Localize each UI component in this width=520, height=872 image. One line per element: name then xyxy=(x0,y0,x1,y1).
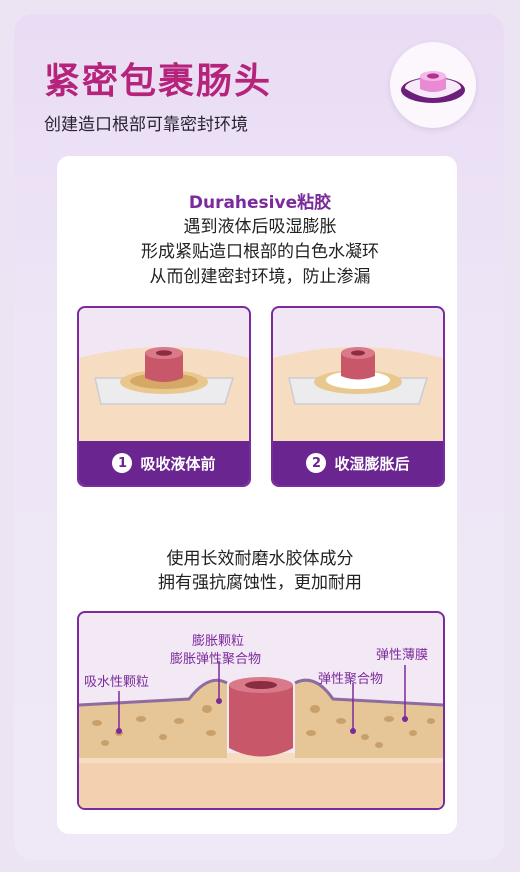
swelling-particles-label: 膨胀颗粒 xyxy=(192,634,245,649)
swelling-polymer-label: 膨胀弹性聚合物 xyxy=(170,652,262,667)
panel-1-label: 吸收液体前 xyxy=(140,454,216,473)
panel-2-caption: 2 收湿膨胀后 xyxy=(273,441,443,485)
panel-2-label: 收湿膨胀后 xyxy=(334,454,410,473)
panel-1-caption: 1 吸收液体前 xyxy=(79,441,249,485)
intro-line-3: 从而创建密封环境，防止渗漏 xyxy=(149,267,371,287)
feature-line-1: 使用长效耐磨水胶体成分 xyxy=(166,549,354,569)
feature-line-2: 拥有强抗腐蚀性，更加耐用 xyxy=(158,573,362,593)
brand-name: Durahesive粘胶 xyxy=(188,193,332,213)
page-subtitle: 创建造口根部可靠密封环境 xyxy=(44,115,248,135)
intro-line-1: 遇到液体后吸湿膨胀 xyxy=(183,217,337,237)
before-absorption-panel: 1 吸收液体前 xyxy=(77,306,251,487)
elastic-film-label: 弹性薄膜 xyxy=(376,648,429,663)
cross-section-illustration xyxy=(79,661,443,808)
cross-section-diagram xyxy=(77,611,445,810)
step-number-1: 1 xyxy=(112,453,133,473)
absorbent-particles-label: 吸水性颗粒 xyxy=(84,675,150,690)
before-illustration xyxy=(79,347,249,448)
elastic-polymer-label: 弹性聚合物 xyxy=(318,672,384,687)
after-swelling-panel: 2 收湿膨胀后 xyxy=(271,306,445,487)
intro-line-2: 形成紧贴造口根部的白色水凝环 xyxy=(141,242,379,262)
step-number-2: 2 xyxy=(306,453,327,473)
ostomy-ring-icon xyxy=(390,42,476,128)
page-title: 紧密包裹肠头 xyxy=(44,61,273,102)
after-illustration xyxy=(273,347,443,448)
